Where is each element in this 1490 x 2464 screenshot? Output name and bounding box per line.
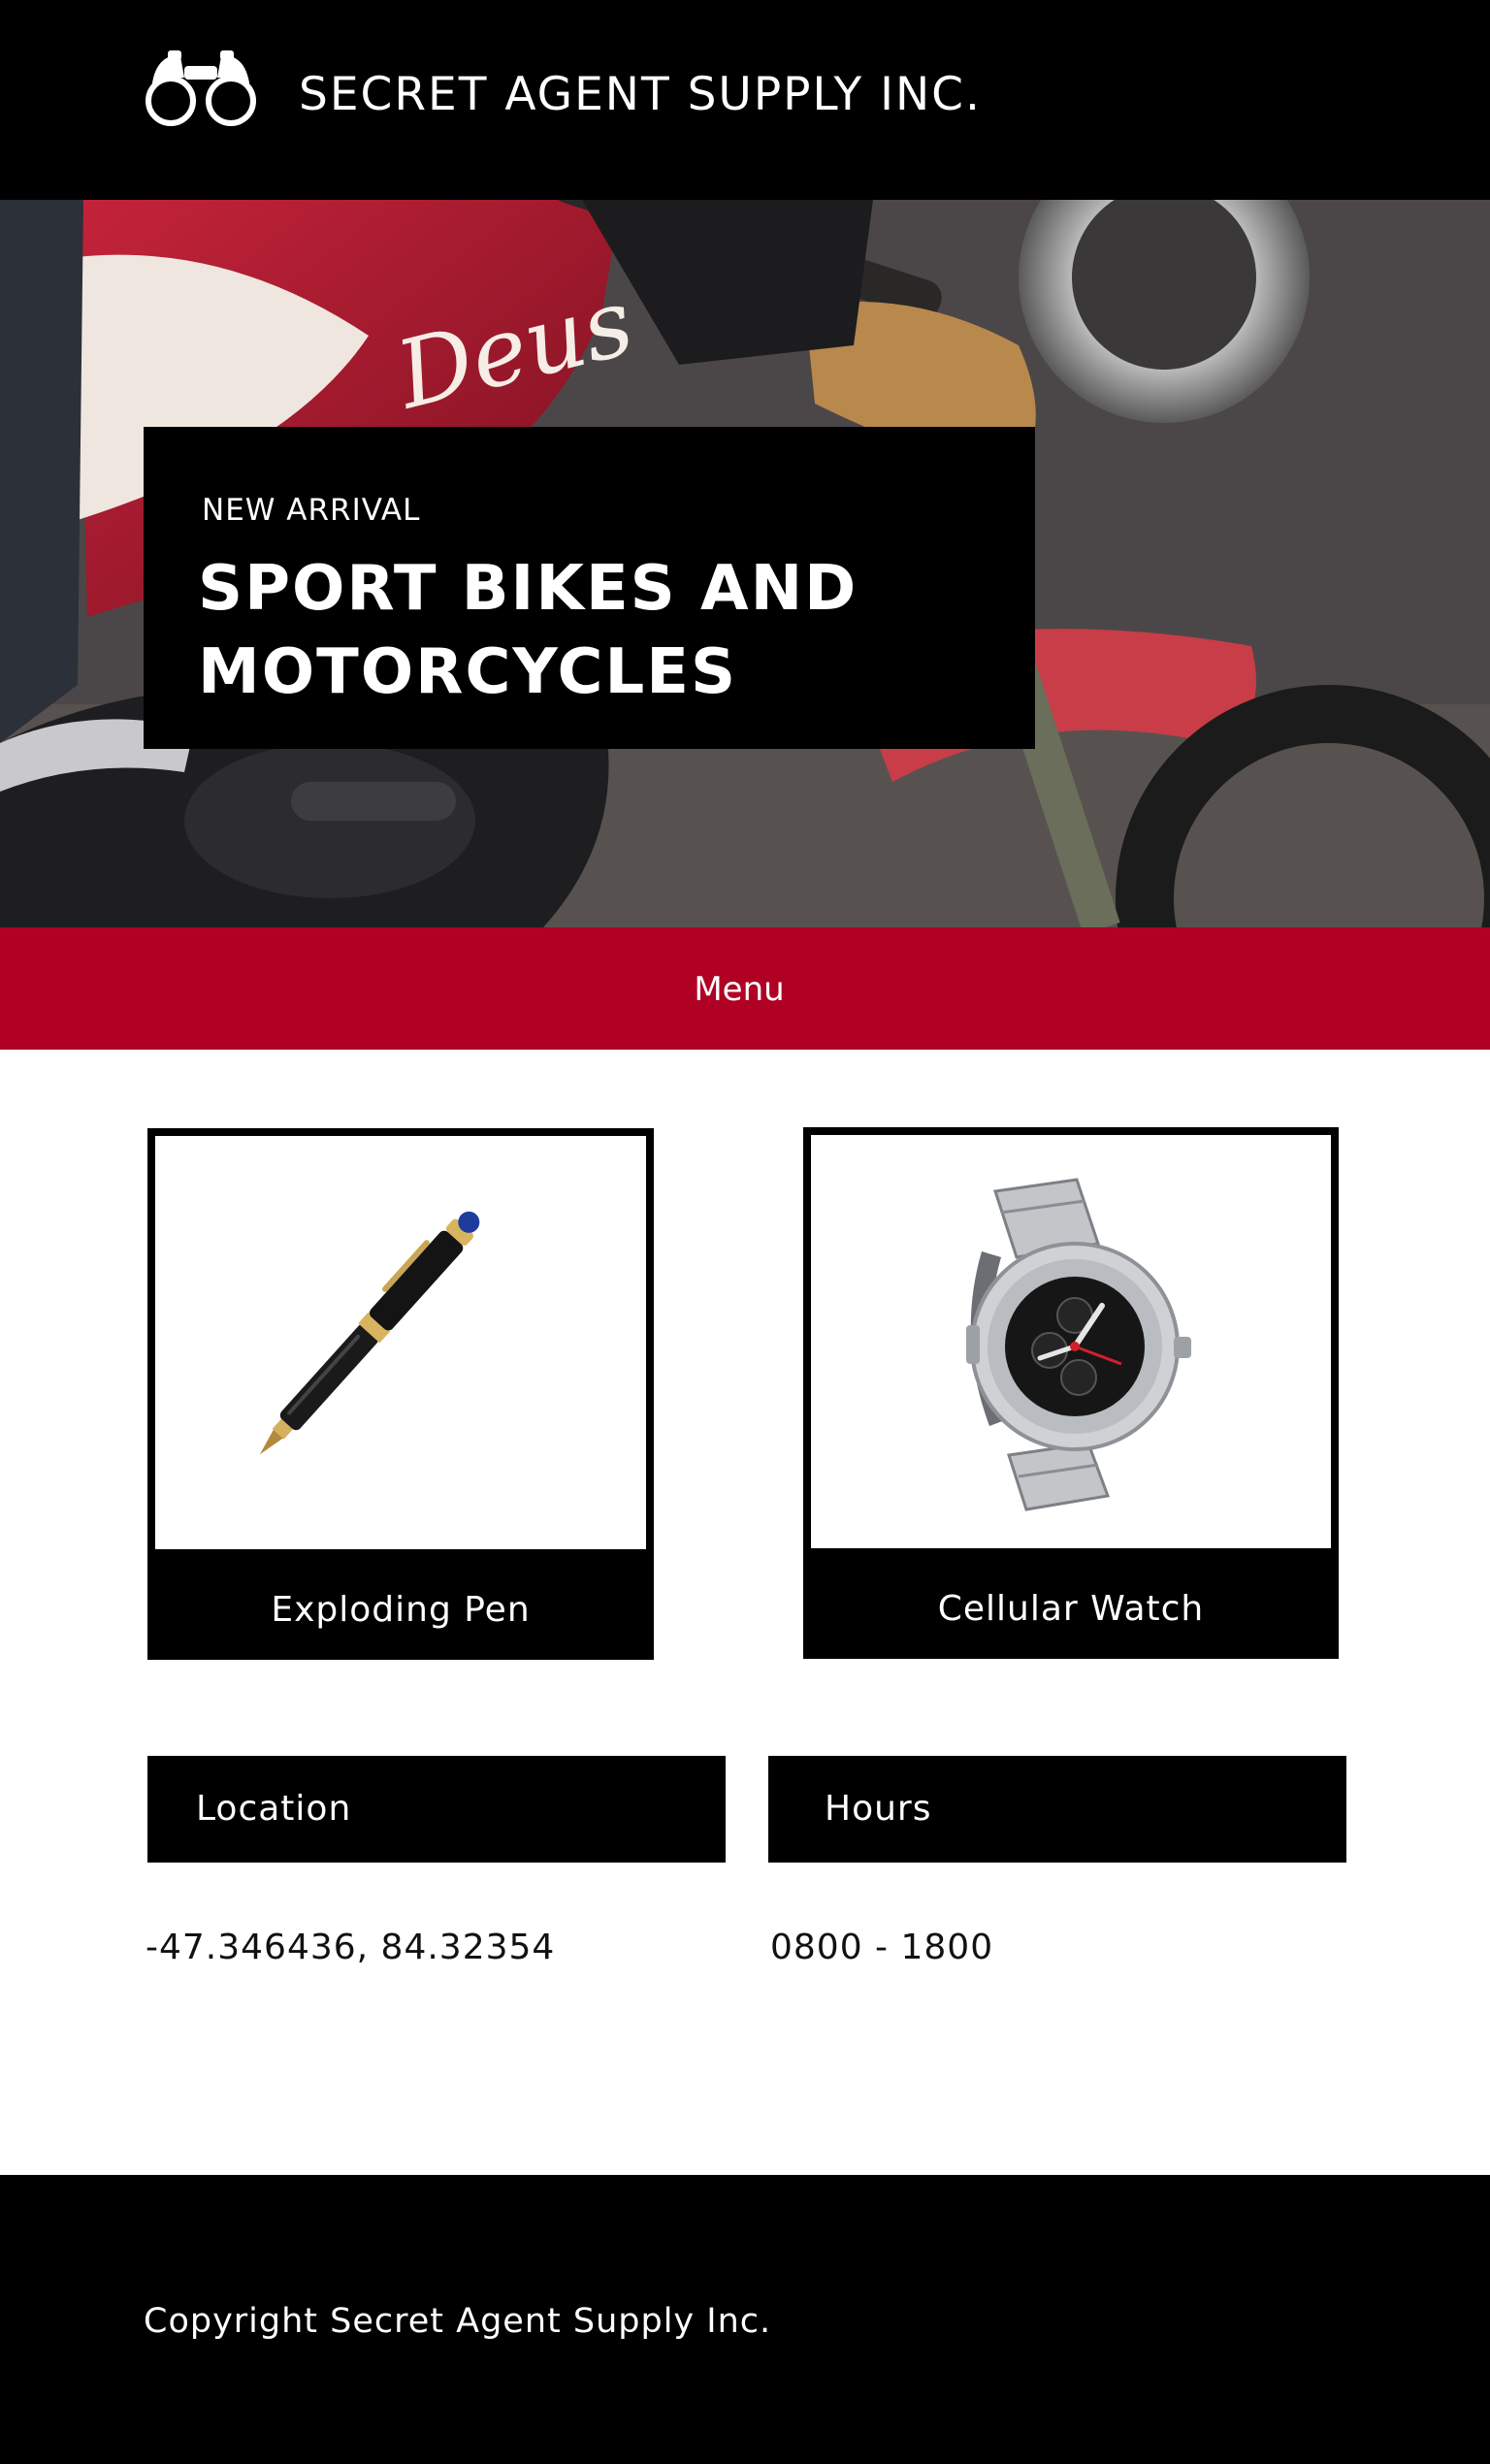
location-header: Location xyxy=(147,1756,726,1863)
site-header: SECRET AGENT SUPPLY INC. xyxy=(0,0,1490,200)
hours-value: 0800 - 1800 xyxy=(770,1928,994,1967)
site-footer: Copyright Secret Agent Supply Inc. xyxy=(0,2175,1490,2464)
copyright-text: Copyright Secret Agent Supply Inc. xyxy=(144,2302,772,2341)
hero-card: NEW ARRIVAL SPORT BIKES AND MOTORCYCLES xyxy=(144,427,1035,749)
hours-label: Hours xyxy=(825,1789,932,1829)
pen-image xyxy=(259,1211,480,1455)
product-name: Cellular Watch xyxy=(937,1589,1205,1629)
hours-header: Hours xyxy=(768,1756,1346,1863)
product-name: Exploding Pen xyxy=(271,1590,531,1630)
product-image-frame xyxy=(147,1128,654,1557)
product-card-exploding-pen[interactable]: Exploding Pen xyxy=(147,1128,654,1660)
product-caption: Cellular Watch xyxy=(803,1556,1339,1659)
menu-label: Menu xyxy=(694,970,785,1009)
location-label: Location xyxy=(196,1789,352,1829)
product-image-frame xyxy=(803,1127,1339,1556)
menu-button[interactable]: Menu xyxy=(0,927,1490,1050)
watch-image xyxy=(966,1178,1191,1511)
hero-title[interactable]: SPORT BIKES AND MOTORCYCLES xyxy=(198,547,993,714)
product-caption: Exploding Pen xyxy=(147,1557,654,1660)
site-title[interactable]: SECRET AGENT SUPPLY INC. xyxy=(299,68,982,122)
hero-banner: Deus NEW ARRIVAL SPORT BIKES AND MOTORCY… xyxy=(0,200,1490,927)
binoculars-icon[interactable] xyxy=(142,49,260,130)
product-card-cellular-watch[interactable]: Cellular Watch xyxy=(803,1127,1339,1659)
location-value: -47.346436, 84.32354 xyxy=(146,1928,556,1967)
hero-kicker: NEW ARRIVAL xyxy=(202,493,421,528)
